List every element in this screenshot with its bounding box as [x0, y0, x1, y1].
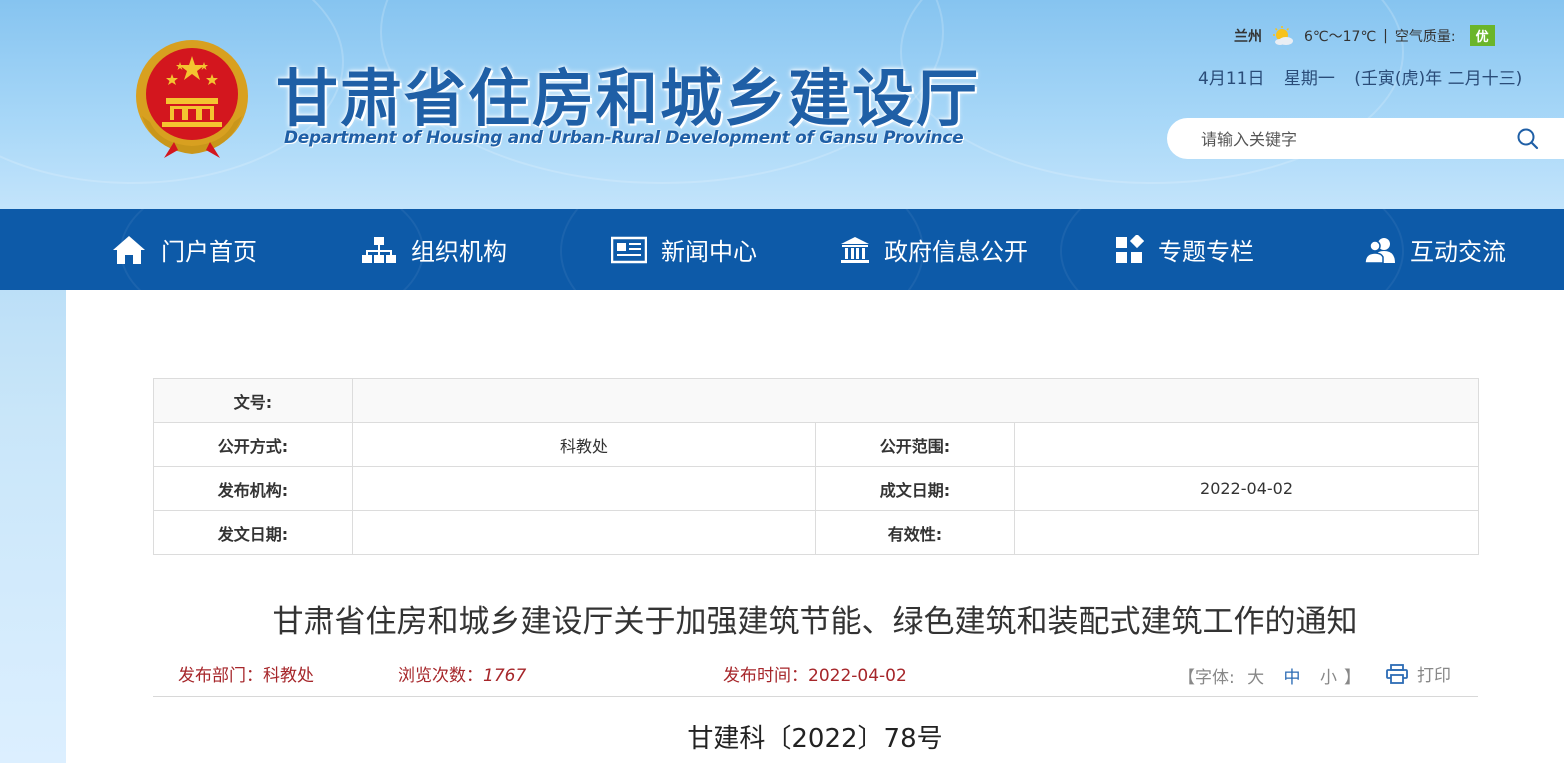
home-icon	[113, 235, 145, 264]
view-count-label: 浏览次数：	[398, 666, 483, 686]
print-label: 打印	[1417, 666, 1451, 686]
air-quality-badge: 优	[1469, 25, 1495, 46]
validity-label: 有效性:	[815, 510, 1015, 555]
view-count-value: 1767	[483, 666, 527, 686]
weather-widget: 兰州 6℃～17℃ | 空气质量: 优	[1234, 25, 1495, 46]
article-content: 文号: 公开方式: 科教处 公开范围: 发布机构: 成文日期: 2022-04-…	[66, 290, 1564, 763]
issue-date-value	[352, 510, 816, 555]
national-emblem-icon	[136, 40, 248, 158]
issue-date-label: 发文日期:	[153, 510, 353, 555]
main-nav: 门户首页 组织机构 新闻中心 政府信息公开 专题专栏 互动交流	[0, 209, 1564, 290]
newspaper-icon	[611, 236, 647, 263]
font-size-label: 字体:	[1195, 668, 1235, 688]
date-line: 4月11日 星期一 (壬寅(虎)年 二月十三)	[1198, 64, 1536, 89]
search-box	[1167, 118, 1564, 161]
search-icon[interactable]	[1516, 127, 1540, 151]
nav-item-label: 互动交流	[1410, 238, 1506, 266]
nav-item-label: 专题专栏	[1158, 238, 1254, 266]
print-button[interactable]: 打印	[1386, 661, 1451, 686]
air-quality-label: 空气质量:	[1394, 28, 1456, 45]
grid-icon	[1116, 234, 1144, 263]
issuer-label: 发布机构:	[153, 466, 353, 511]
users-icon	[1364, 237, 1395, 264]
date-lunar: (壬寅(虎)年 二月十三)	[1354, 69, 1523, 89]
publish-time-label: 发布时间：	[723, 666, 808, 686]
publish-dept-label: 发布部门：	[178, 666, 263, 686]
nav-item-news[interactable]: 新闻中心	[611, 209, 757, 290]
government-building-icon	[841, 236, 869, 263]
article-title: 甘肃省住房和城乡建设厅关于加强建筑节能、绿色建筑和装配式建筑工作的通知	[272, 604, 1358, 640]
font-size-bracket-open: 【	[1178, 668, 1195, 688]
nav-item-label: 组织机构	[411, 238, 507, 266]
printer-icon	[1386, 663, 1408, 684]
site-title: 甘肃省住房和城乡建设厅	[276, 62, 981, 135]
font-size-small-button[interactable]: 小	[1320, 668, 1337, 688]
table-row: 发布机构: 成文日期: 2022-04-02	[153, 466, 1480, 511]
font-size-medium-button[interactable]: 中	[1284, 668, 1301, 688]
nav-item-label: 门户首页	[161, 238, 257, 266]
issuer-value	[352, 466, 816, 511]
org-chart-icon	[362, 236, 396, 263]
nav-item-label: 政府信息公开	[884, 238, 1028, 266]
nav-item-organization[interactable]: 组织机构	[361, 209, 507, 290]
site-subtitle: Department of Housing and Urban-Rural De…	[284, 128, 964, 148]
font-size-control: 【字体: 大 中 小】	[1178, 663, 1361, 688]
public-scope-value	[1013, 422, 1480, 467]
font-size-bracket-close: 】	[1343, 668, 1361, 688]
doc-number-label: 文号:	[153, 378, 353, 423]
site-header: 甘肃省住房和城乡建设厅 Department of Housing and Ur…	[0, 0, 1564, 209]
nav-item-gov-info[interactable]: 政府信息公开	[840, 209, 1028, 290]
document-number: 甘建科〔2022〕78号	[687, 724, 943, 754]
article-info-bar: 发布部门：科教处 浏览次数：1767 发布时间：2022-04-02 【字体: …	[153, 650, 1478, 697]
date-weekday: 星期一	[1283, 69, 1335, 89]
date-day: 4月11日	[1198, 69, 1265, 89]
nav-item-special-topics[interactable]: 专题专栏	[1114, 209, 1254, 290]
written-date-value: 2022-04-02	[1013, 466, 1480, 511]
table-row: 公开方式: 科教处 公开范围:	[153, 422, 1480, 467]
public-method-value: 科教处	[352, 422, 816, 467]
document-meta-table: 文号: 公开方式: 科教处 公开范围: 发布机构: 成文日期: 2022-04-…	[153, 378, 1480, 555]
weather-separator: |	[1383, 27, 1388, 44]
sunny-cloud-icon	[1273, 25, 1293, 45]
view-count: 浏览次数：1767	[398, 661, 526, 686]
nav-item-interaction[interactable]: 互动交流	[1364, 209, 1506, 290]
publish-dept-value: 科教处	[263, 666, 314, 686]
font-size-large-button[interactable]: 大	[1247, 668, 1264, 688]
publish-time: 发布时间：2022-04-02	[723, 661, 907, 686]
weather-city: 兰州	[1234, 28, 1262, 45]
doc-number-value	[351, 378, 1480, 423]
validity-value	[1013, 510, 1480, 555]
publish-time-value: 2022-04-02	[808, 666, 907, 686]
public-scope-label: 公开范围:	[815, 422, 1015, 467]
table-row: 文号:	[153, 378, 1480, 423]
written-date-label: 成文日期:	[815, 466, 1015, 511]
weather-temperature: 6℃～17℃	[1304, 28, 1377, 45]
table-row: 发文日期: 有效性:	[153, 510, 1480, 555]
nav-item-label: 新闻中心	[661, 238, 757, 266]
nav-item-home[interactable]: 门户首页	[111, 209, 257, 290]
search-input[interactable]	[1199, 118, 1503, 161]
public-method-label: 公开方式:	[153, 422, 353, 467]
publish-dept: 发布部门：科教处	[178, 661, 314, 686]
